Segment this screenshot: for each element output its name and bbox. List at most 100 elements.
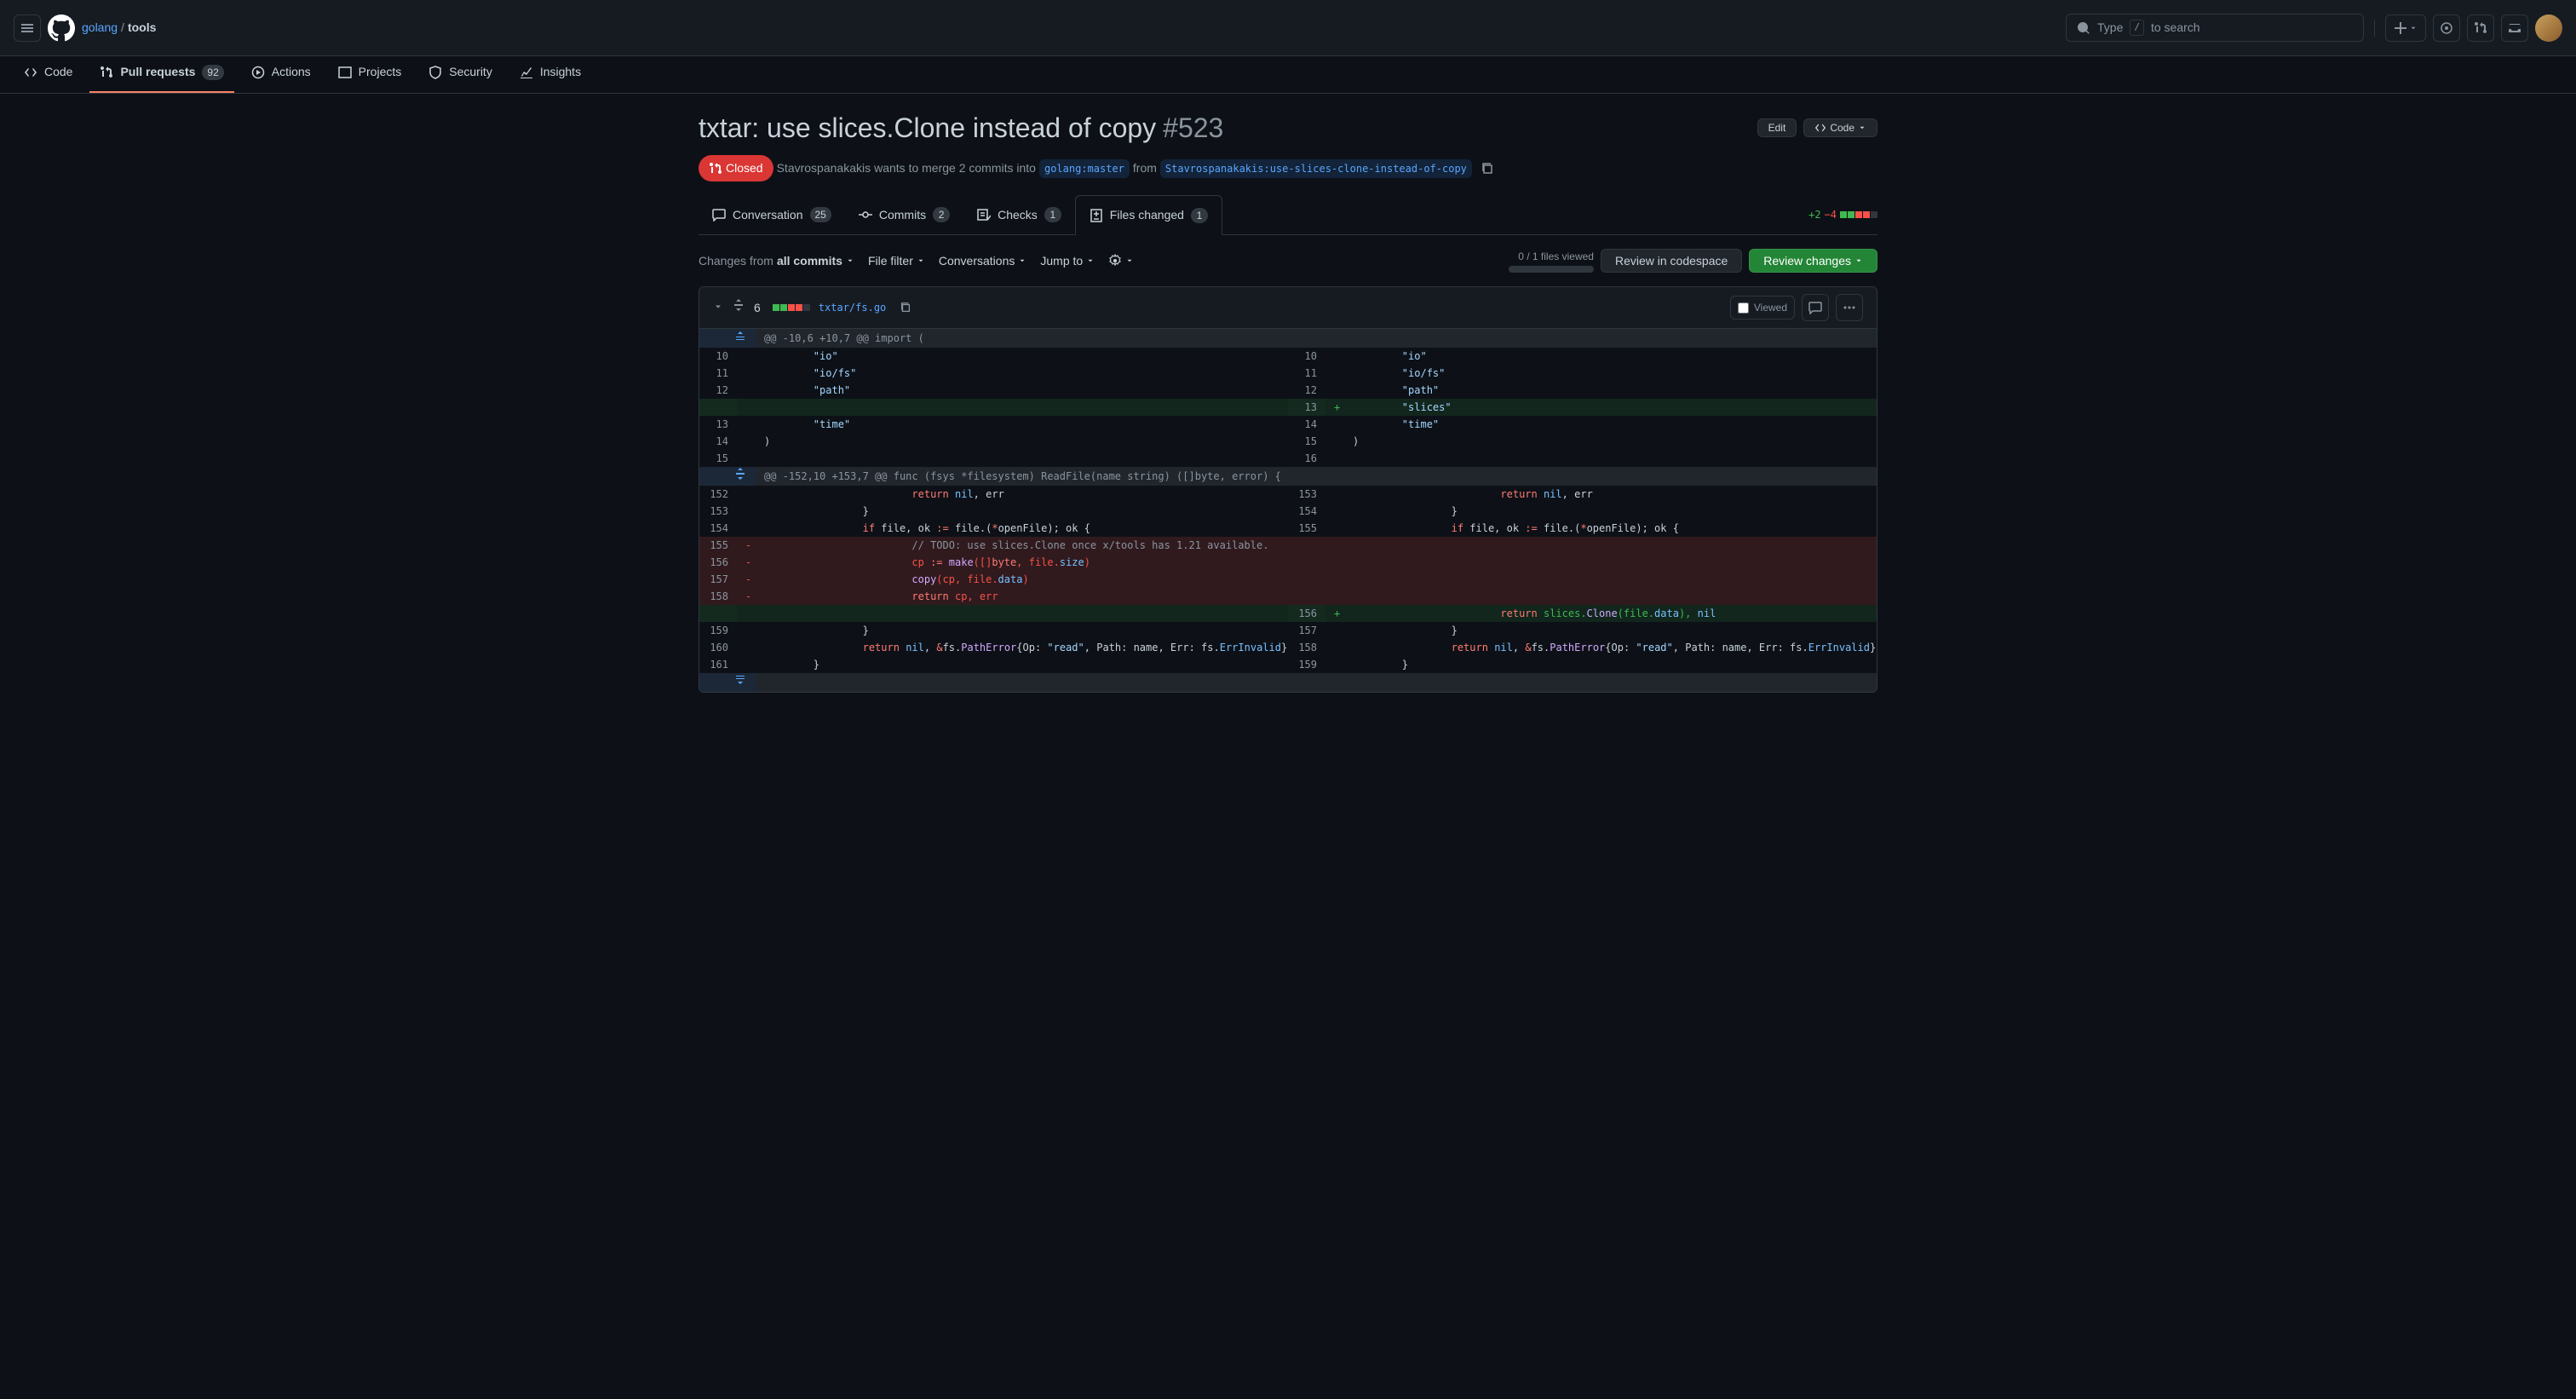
breadcrumb-separator: / bbox=[121, 19, 124, 37]
graph-icon bbox=[520, 66, 533, 79]
tab-code[interactable]: Code bbox=[14, 56, 83, 93]
plus-icon bbox=[2394, 21, 2407, 35]
pr-closed-icon bbox=[709, 162, 722, 176]
diff-line: 153 }154 } bbox=[699, 503, 1877, 520]
diff-line-deleted: 157- copy(cp, file.data) bbox=[699, 571, 1877, 588]
file-menu-button[interactable] bbox=[1836, 294, 1863, 321]
tab-projects[interactable]: Projects bbox=[328, 56, 412, 93]
pr-count: 92 bbox=[202, 65, 223, 80]
expand-up-button[interactable] bbox=[699, 329, 756, 348]
diffstat: +2 −4 bbox=[1808, 207, 1877, 222]
kebab-icon bbox=[1843, 301, 1856, 314]
issue-icon bbox=[2440, 21, 2453, 35]
tab-files-changed[interactable]: Files changed 1 bbox=[1075, 195, 1222, 235]
diff-line: 1516 bbox=[699, 450, 1877, 467]
expand-button[interactable] bbox=[699, 467, 756, 486]
pull-requests-button[interactable] bbox=[2467, 14, 2494, 42]
search-icon bbox=[2077, 21, 2090, 35]
expand-down-button[interactable] bbox=[699, 673, 756, 692]
repo-nav: Code Pull requests92 Actions Projects Se… bbox=[0, 56, 2576, 94]
tab-checks[interactable]: Checks 1 bbox=[963, 196, 1075, 234]
tab-commits[interactable]: Commits 2 bbox=[845, 196, 963, 234]
diff-toolbar: Changes from all commits File filter Con… bbox=[699, 249, 1877, 273]
header-actions bbox=[2385, 14, 2562, 42]
code-icon bbox=[24, 66, 37, 79]
issues-button[interactable] bbox=[2433, 14, 2460, 42]
github-logo[interactable] bbox=[48, 14, 75, 42]
tab-insights[interactable]: Insights bbox=[509, 56, 591, 93]
chevron-down-icon bbox=[846, 256, 854, 265]
code-button[interactable]: Code bbox=[1803, 118, 1877, 137]
menu-button[interactable] bbox=[14, 14, 41, 42]
diff-line-deleted: 158- return cp, err bbox=[699, 588, 1877, 605]
pr-state-badge: Closed bbox=[699, 155, 773, 181]
viewed-progress: 0 / 1 files viewed bbox=[1509, 249, 1594, 273]
review-in-codespace-button[interactable]: Review in codespace bbox=[1601, 249, 1742, 273]
changes-from-dropdown[interactable]: Changes from all commits bbox=[699, 252, 854, 270]
head-branch[interactable]: Stavrospanakakis:use-slices-clone-instea… bbox=[1160, 159, 1472, 178]
file-diff-icon bbox=[1090, 209, 1103, 222]
tab-security[interactable]: Security bbox=[418, 56, 503, 93]
tab-actions[interactable]: Actions bbox=[241, 56, 321, 93]
change-count: 6 bbox=[754, 299, 761, 317]
global-header: golang / tools Type / to search bbox=[0, 0, 2576, 56]
create-new-button[interactable] bbox=[2385, 14, 2426, 42]
repo-link[interactable]: tools bbox=[128, 19, 156, 37]
chevron-down-icon bbox=[917, 256, 925, 265]
chevron-down-icon bbox=[1858, 124, 1866, 132]
file-path[interactable]: txtar/fs.go bbox=[819, 300, 886, 315]
viewed-checkbox[interactable]: Viewed bbox=[1730, 296, 1795, 320]
fold-up-icon bbox=[733, 329, 747, 343]
author-link[interactable]: Stavrospanakakis bbox=[777, 159, 871, 177]
base-branch[interactable]: golang:master bbox=[1039, 159, 1130, 178]
chevron-down-icon bbox=[713, 302, 723, 312]
diff-line: 160 return nil, &fs.PathError{Op: "read"… bbox=[699, 639, 1877, 656]
divider bbox=[2374, 20, 2375, 37]
pr-title: txtar: use slices.Clone instead of copy … bbox=[699, 107, 1877, 148]
chevron-down-icon bbox=[1018, 256, 1026, 265]
pr-number: #523 bbox=[1163, 107, 1223, 148]
conversations-dropdown[interactable]: Conversations bbox=[939, 252, 1027, 270]
copy-branch-button[interactable] bbox=[1475, 161, 1499, 176]
diff-table: @@ -10,6 +10,7 @@ import ( 10 "io"10 "io… bbox=[699, 329, 1877, 692]
pr-icon bbox=[100, 66, 113, 79]
diff-line-added: 156+ return slices.Clone(file.data), nil bbox=[699, 605, 1877, 622]
chevron-down-icon bbox=[2409, 24, 2418, 32]
chevron-down-icon bbox=[1854, 256, 1863, 265]
diff-blocks bbox=[773, 304, 810, 311]
review-changes-button[interactable]: Review changes bbox=[1749, 249, 1877, 273]
tab-conversation[interactable]: Conversation 25 bbox=[699, 196, 845, 234]
tab-pull-requests[interactable]: Pull requests92 bbox=[89, 56, 233, 93]
diff-settings-button[interactable] bbox=[1108, 254, 1134, 268]
expand-all-button[interactable] bbox=[732, 298, 745, 317]
pr-meta: Closed Stavrospanakakis wants to merge 2… bbox=[699, 155, 1877, 181]
search-placeholder: to search bbox=[2151, 19, 2200, 37]
avatar[interactable] bbox=[2535, 14, 2562, 42]
copy-path-button[interactable] bbox=[894, 301, 917, 314]
inbox-icon bbox=[2508, 21, 2521, 35]
comment-icon bbox=[712, 208, 726, 222]
edit-button[interactable]: Edit bbox=[1757, 118, 1797, 137]
code-icon bbox=[1814, 122, 1826, 134]
file-filter-dropdown[interactable]: File filter bbox=[868, 252, 925, 270]
page-content: txtar: use slices.Clone instead of copy … bbox=[671, 94, 1905, 706]
jump-to-dropdown[interactable]: Jump to bbox=[1040, 252, 1095, 270]
notifications-button[interactable] bbox=[2501, 14, 2528, 42]
diff-line-added: 13+ "slices" bbox=[699, 399, 1877, 416]
collapse-file-button[interactable] bbox=[713, 299, 723, 317]
diff-line: 11 "io/fs"11 "io/fs" bbox=[699, 365, 1877, 382]
comment-icon bbox=[1808, 301, 1822, 314]
pr-icon bbox=[2474, 21, 2487, 35]
file-header: 6 txtar/fs.go Viewed bbox=[699, 287, 1877, 329]
copy-icon bbox=[1481, 162, 1494, 176]
shield-icon bbox=[428, 66, 442, 79]
copy-icon bbox=[900, 302, 911, 314]
checklist-icon bbox=[977, 208, 991, 222]
hunk-header: @@ -152,10 +153,7 @@ func (fsys *filesys… bbox=[699, 467, 1877, 486]
chevron-down-icon bbox=[1125, 256, 1134, 265]
owner-link[interactable]: golang bbox=[82, 19, 118, 37]
diff-line: 10 "io"10 "io" bbox=[699, 348, 1877, 365]
comment-file-button[interactable] bbox=[1802, 294, 1829, 321]
unfold-icon bbox=[733, 467, 747, 481]
search-input[interactable]: Type / to search bbox=[2066, 14, 2364, 42]
